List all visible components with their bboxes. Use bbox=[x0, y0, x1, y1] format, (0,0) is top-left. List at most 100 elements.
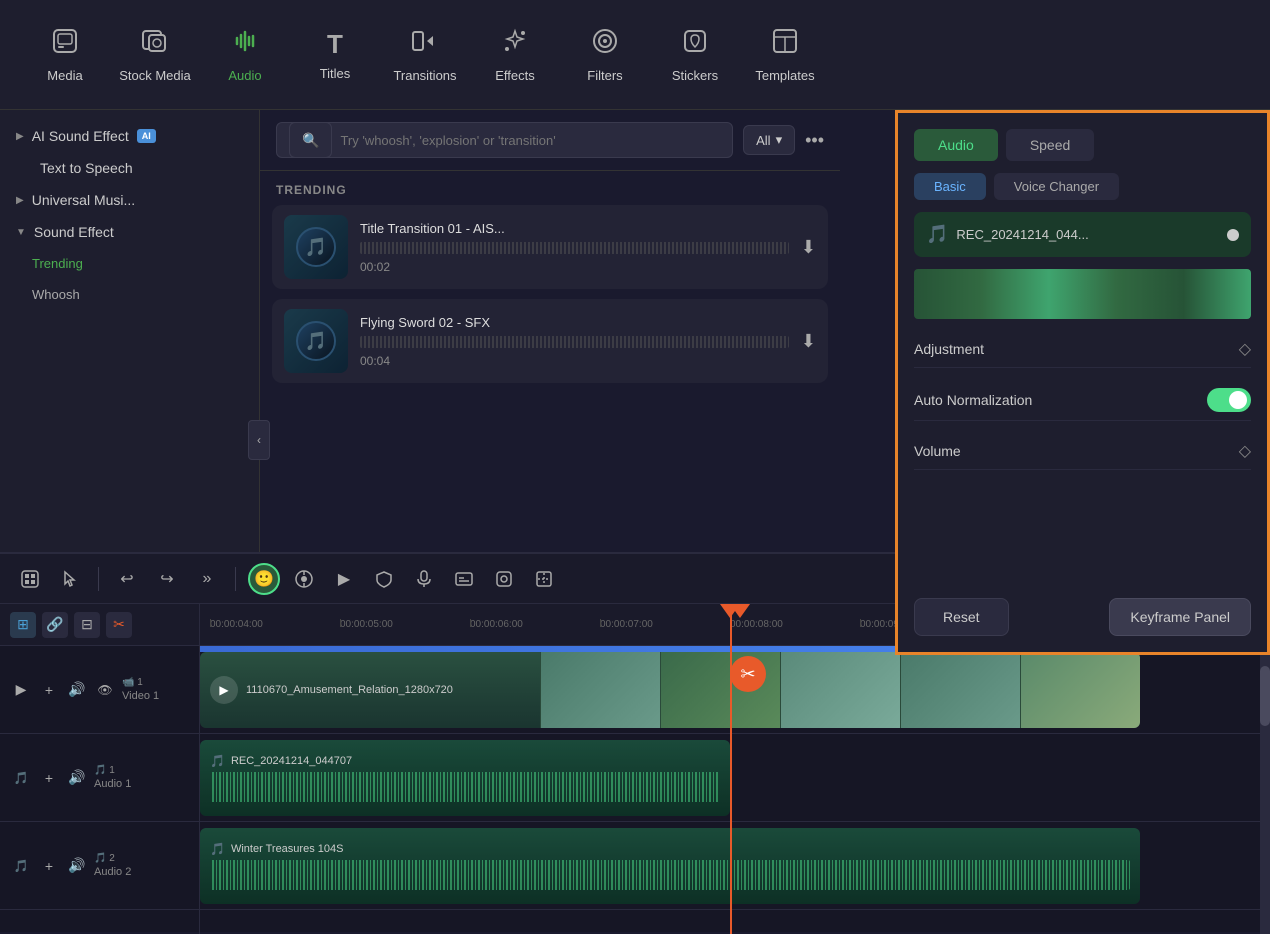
sidebar-item-sound-effect[interactable]: ▼ Sound Effect bbox=[0, 216, 259, 248]
mic-button[interactable] bbox=[408, 563, 440, 595]
add-track-button[interactable]: ⊞ bbox=[10, 612, 36, 638]
audio2-add-icon[interactable]: + bbox=[38, 855, 60, 877]
auto-normalization-row: Auto Normalization bbox=[914, 380, 1251, 421]
video-clip-thumbnails bbox=[540, 652, 1140, 728]
timeline-scrollbar[interactable] bbox=[1260, 646, 1270, 934]
tab-audio[interactable]: Audio bbox=[914, 129, 998, 161]
tab-speed[interactable]: Speed bbox=[1006, 129, 1094, 161]
ruler-mark-1: 00:00:05:00 bbox=[340, 619, 470, 630]
top-navigation: Media Stock Media Audio T Titles bbox=[0, 0, 1270, 110]
redo-button[interactable]: ↪ bbox=[151, 563, 183, 595]
playhead bbox=[730, 604, 732, 934]
audio1-volume-icon[interactable]: 🔊 bbox=[66, 767, 88, 789]
templates-icon bbox=[771, 27, 799, 62]
download-button-1[interactable]: ⬇ bbox=[801, 237, 816, 258]
search-bar: 🔍 All ▾ ••• bbox=[260, 110, 840, 171]
audio1-add-icon[interactable]: + bbox=[38, 767, 60, 789]
volume-diamond-icon: ◇ bbox=[1239, 441, 1251, 461]
split-audio-button[interactable] bbox=[528, 563, 560, 595]
audio2-track-label: 🎵 + 🔊 🎵 2 Audio 2 bbox=[0, 822, 199, 910]
sub-tab-voice-changer[interactable]: Voice Changer bbox=[994, 173, 1119, 200]
video-volume-icon[interactable]: 🔊 bbox=[66, 679, 88, 701]
sidebar-item-text-to-speech[interactable]: Text to Speech bbox=[0, 152, 259, 184]
select-tool-button[interactable] bbox=[14, 563, 46, 595]
more-tools-button[interactable]: » bbox=[191, 563, 223, 595]
keyframe-panel-button[interactable]: Keyframe Panel bbox=[1109, 598, 1251, 636]
delete-segment-button[interactable]: ✂ bbox=[106, 612, 132, 638]
sound-waveform-1 bbox=[360, 242, 789, 254]
audio1-play-icon[interactable]: 🎵 bbox=[10, 767, 32, 789]
toolbar-separator-1 bbox=[98, 567, 99, 591]
more-options-button[interactable]: ••• bbox=[805, 130, 824, 151]
ruler-mark-4: 00:00:08:00 bbox=[730, 619, 860, 630]
sidebar-collapse-button[interactable]: ‹ bbox=[248, 420, 260, 460]
shield-button[interactable] bbox=[368, 563, 400, 595]
track-labels: ⊞ 🔗 ⊟ ✂ ▶ + 🔊 👁 📹 1 Video 1 🎵 + � bbox=[0, 604, 200, 934]
video-clip[interactable]: ▶ 1110670_Amusement_Relation_1280x720 bbox=[200, 652, 1140, 728]
video-visibility-icon[interactable]: 👁 bbox=[94, 679, 116, 701]
audio2-volume-icon[interactable]: 🔊 bbox=[66, 855, 88, 877]
sound-info-1: Title Transition 01 - AIS... 00:02 bbox=[360, 221, 789, 274]
sound-item-2[interactable]: 🎵 Flying Sword 02 - SFX 00:04 ⬇ bbox=[272, 299, 828, 383]
search-icon: 🔍 bbox=[289, 122, 332, 158]
audio1-track-label: 🎵 + 🔊 🎵 1 Audio 1 bbox=[0, 734, 199, 822]
filter-button[interactable]: All ▾ bbox=[743, 125, 795, 155]
trending-section-label: TRENDING bbox=[260, 171, 840, 205]
split-button[interactable]: ⊟ bbox=[74, 612, 100, 638]
video-add-icon[interactable]: + bbox=[38, 679, 60, 701]
sidebar-sub-item-whoosh[interactable]: Whoosh bbox=[0, 279, 259, 310]
cursor-tool-button[interactable] bbox=[54, 563, 86, 595]
audio1-clip[interactable]: 🎵 REC_20241214_044707 bbox=[200, 740, 730, 816]
video-clip-play-icon: ▶ bbox=[210, 676, 238, 704]
nav-templates[interactable]: Templates bbox=[740, 10, 830, 100]
auto-normalization-toggle[interactable] bbox=[1207, 388, 1251, 412]
nav-filters[interactable]: Filters bbox=[560, 10, 650, 100]
timeline-scrollbar-thumb[interactable] bbox=[1260, 666, 1270, 726]
adjustment-section: Adjustment ◇ bbox=[914, 331, 1251, 368]
audio2-clip[interactable]: 🎵 Winter Treasures 104S bbox=[200, 828, 1140, 904]
ai-badge: AI bbox=[137, 129, 156, 143]
media-icon bbox=[51, 27, 79, 62]
audio-indicator bbox=[1227, 229, 1239, 241]
audio-track-preview: 🎵 REC_20241214_044... bbox=[914, 212, 1251, 257]
search-input-wrapper[interactable]: 🔍 bbox=[276, 122, 733, 158]
audio2-play-icon[interactable]: 🎵 bbox=[10, 855, 32, 877]
video-play-icon[interactable]: ▶ bbox=[10, 679, 32, 701]
audio2-clip-title: 🎵 Winter Treasures 104S bbox=[210, 842, 1130, 856]
titles-icon: T bbox=[327, 29, 343, 60]
nav-media[interactable]: Media bbox=[20, 10, 110, 100]
sidebar-sub-item-trending[interactable]: Trending bbox=[0, 248, 259, 279]
sidebar-item-ai-sound-effect[interactable]: ▶ AI Sound Effect AI bbox=[0, 120, 259, 152]
sound-item-1[interactable]: 🎵 Title Transition 01 - AIS... 00:02 ⬇ bbox=[272, 205, 828, 289]
nav-titles[interactable]: T Titles bbox=[290, 10, 380, 100]
ruler-mark-2: 00:00:06:00 bbox=[470, 619, 600, 630]
ai-tools-button[interactable] bbox=[488, 563, 520, 595]
transitions-icon bbox=[411, 27, 439, 62]
scissors-cut-marker[interactable]: ✂ bbox=[730, 656, 766, 692]
audio2-track-content: 🎵 Winter Treasures 104S bbox=[200, 822, 1270, 910]
ruler-mark-3: 00:00:07:00 bbox=[600, 619, 730, 630]
chevron-left-icon: ‹ bbox=[257, 433, 260, 447]
link-tracks-button[interactable]: 🔗 bbox=[42, 612, 68, 638]
sub-tab-basic[interactable]: Basic bbox=[914, 173, 986, 200]
video-thumb-3 bbox=[780, 652, 900, 728]
motion-track-button[interactable] bbox=[288, 563, 320, 595]
audio-note-icon: 🎵 bbox=[926, 224, 948, 245]
undo-button[interactable]: ↩ bbox=[111, 563, 143, 595]
sound-thumb-2: 🎵 bbox=[284, 309, 348, 373]
nav-stock-media[interactable]: Stock Media bbox=[110, 10, 200, 100]
captions-button[interactable] bbox=[448, 563, 480, 595]
nav-effects[interactable]: Effects bbox=[470, 10, 560, 100]
reset-button[interactable]: Reset bbox=[914, 598, 1009, 636]
sidebar-item-universal-music[interactable]: ▶ Universal Musi... bbox=[0, 184, 259, 216]
nav-transitions[interactable]: Transitions bbox=[380, 10, 470, 100]
search-input[interactable] bbox=[340, 133, 720, 148]
toolbar-separator-2 bbox=[235, 567, 236, 591]
nav-audio[interactable]: Audio bbox=[200, 10, 290, 100]
track-label-toolbar: ⊞ 🔗 ⊟ ✂ bbox=[0, 604, 199, 646]
play-button[interactable]: ▶ bbox=[328, 563, 360, 595]
nav-stickers[interactable]: Stickers bbox=[650, 10, 740, 100]
download-button-2[interactable]: ⬇ bbox=[801, 331, 816, 352]
stickers-icon bbox=[681, 27, 709, 62]
face-recognition-button[interactable]: 🙂 bbox=[248, 563, 280, 595]
